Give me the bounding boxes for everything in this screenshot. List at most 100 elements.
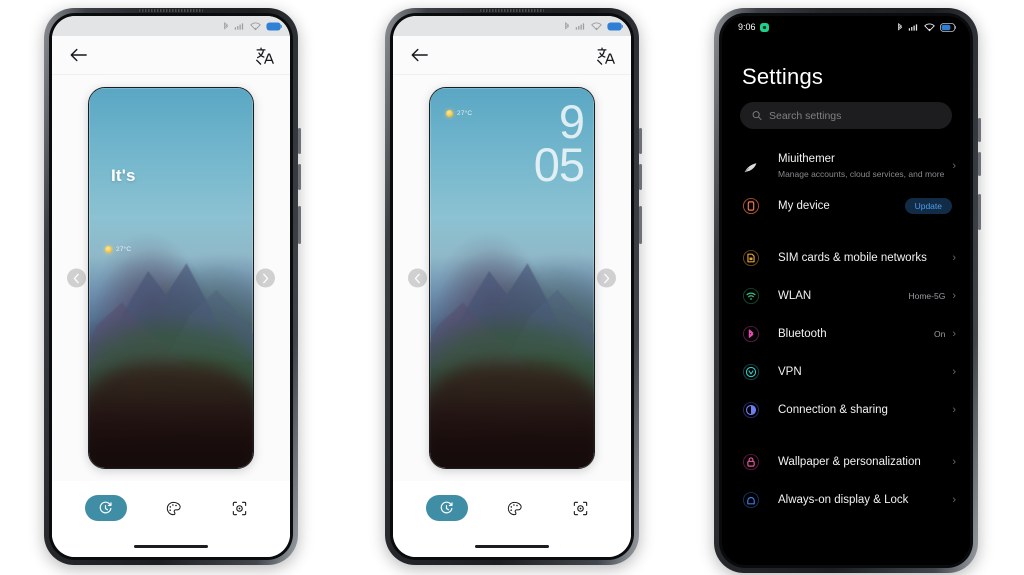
chevron-right-icon: ›	[952, 493, 956, 506]
translate-icon[interactable]	[593, 43, 617, 67]
volume-button[interactable]	[639, 128, 642, 154]
tool-focus-frame[interactable]	[221, 495, 257, 521]
bluetooth-icon	[898, 22, 903, 30]
screenshot-stage: It's 27°C 9 05 27°C 9:06 Settings Search…	[0, 0, 1024, 575]
battery-icon	[607, 22, 623, 30]
wallpaper-preview-card[interactable]: 9 05 27°C	[429, 87, 595, 469]
bluetooth-icon	[740, 323, 762, 345]
vpn-shield-icon	[740, 361, 762, 383]
always-on-display-icon	[740, 489, 762, 511]
search-input[interactable]	[769, 109, 940, 122]
status-bar	[52, 16, 290, 36]
home-indicator[interactable]	[475, 544, 549, 548]
power-button[interactable]	[639, 206, 642, 244]
settings-row-vpn[interactable]: VPN ›	[722, 353, 970, 391]
wallpaper-weather-widget: 27°C	[105, 246, 131, 253]
settings-row-text: SIM cards & mobile networks	[778, 251, 952, 266]
chevron-right-icon: ›	[952, 403, 956, 416]
settings-row-connection-sharing[interactable]: Connection & sharing ›	[722, 391, 970, 429]
home-indicator-area	[52, 535, 290, 557]
settings-row-title: WLAN	[778, 289, 812, 302]
back-arrow-icon[interactable]	[407, 43, 431, 67]
settings-row-wallpaper-personalization[interactable]: Wallpaper & personalization ›	[722, 443, 970, 481]
power-button[interactable]	[978, 194, 981, 230]
settings-row-always-on-display[interactable]: Always-on display & Lock ›	[722, 481, 970, 519]
wallpaper-carousel: It's 27°C	[52, 75, 290, 481]
carousel-prev-button[interactable]	[408, 268, 427, 288]
volume-button[interactable]	[639, 164, 642, 190]
settings-row-title: VPN	[778, 365, 802, 378]
status-bar	[393, 16, 631, 36]
settings-row-sim-cards[interactable]: SIM cards & mobile networks ›	[722, 239, 970, 277]
wallpaper-lock-icon	[740, 451, 762, 473]
settings-row-title: Wallpaper & personalization	[778, 455, 921, 468]
signal-icon	[575, 22, 585, 30]
phone-wallpaper-preview-1: It's 27°C	[44, 8, 301, 565]
home-indicator[interactable]	[134, 544, 208, 548]
wallpaper-overlay-text: It's	[111, 166, 136, 185]
clock-hour: 9	[558, 95, 585, 148]
device-phone-icon	[740, 195, 762, 217]
sun-icon	[105, 246, 112, 253]
earpiece-speaker	[480, 9, 544, 12]
bluetooth-icon	[565, 21, 570, 29]
volume-button[interactable]	[978, 118, 981, 142]
volume-button[interactable]	[298, 164, 301, 190]
carousel-next-button[interactable]	[256, 268, 275, 288]
chevron-left-icon	[73, 273, 79, 283]
settings-row-my-device[interactable]: My device Update	[722, 187, 970, 225]
wifi-icon	[250, 22, 261, 30]
settings-row-bluetooth[interactable]: Bluetooth On ›	[722, 315, 970, 353]
phone-settings: 9:06 Settings Search settings Miuithemer…	[714, 8, 981, 573]
wifi-icon	[740, 285, 762, 307]
carousel-prev-button[interactable]	[67, 268, 86, 288]
settings-row-value: On	[933, 329, 946, 339]
update-badge[interactable]: Update	[904, 198, 952, 214]
account-feather-icon	[740, 155, 762, 177]
clock-timer-icon	[440, 501, 453, 513]
chevron-right-icon: ›	[952, 455, 956, 468]
focus-frame-icon	[573, 501, 588, 515]
chevron-right-icon: ›	[952, 289, 956, 302]
status-bar: 9:06	[722, 16, 970, 38]
wallpaper-weather-widget: 27°C	[446, 110, 472, 117]
clock-timer-icon	[99, 501, 112, 513]
settings-group: Wallpaper & personalization › Always-on …	[722, 441, 970, 521]
settings-row-text: Always-on display & Lock	[778, 493, 952, 508]
status-time: 9:06	[738, 22, 756, 32]
search-bar[interactable]	[740, 102, 952, 129]
settings-row-miuithemer[interactable]: Miuithemer Manage accounts, cloud servic…	[722, 145, 970, 187]
volume-button[interactable]	[978, 152, 981, 176]
tool-color-palette[interactable]	[156, 495, 192, 521]
signal-icon	[234, 22, 244, 30]
tool-clock-style[interactable]	[84, 495, 127, 521]
settings-row-text: Connection & sharing	[778, 403, 952, 418]
tool-clock-style[interactable]	[425, 495, 468, 521]
clock-minute: 05	[533, 138, 585, 192]
weather-temperature: 27°C	[457, 110, 473, 117]
carousel-next-button[interactable]	[597, 268, 616, 288]
back-arrow-icon[interactable]	[66, 43, 90, 67]
power-button[interactable]	[298, 206, 301, 244]
wallpaper-preview-card[interactable]: It's 27°C	[88, 87, 254, 469]
battery-icon	[940, 22, 956, 32]
app-top-bar	[393, 36, 631, 74]
settings-list[interactable]: Miuithemer Manage accounts, cloud servic…	[722, 143, 970, 565]
volume-button[interactable]	[298, 128, 301, 154]
chevron-left-icon	[414, 273, 420, 283]
editor-toolbar	[393, 481, 631, 535]
settings-row-wlan[interactable]: WLAN Home-5G ›	[722, 277, 970, 315]
settings-row-text: Bluetooth	[778, 327, 934, 342]
settings-row-text: My device	[778, 199, 905, 214]
settings-group: SIM cards & mobile networks › WLAN Home-…	[722, 237, 970, 431]
tool-focus-frame[interactable]	[562, 495, 598, 521]
settings-row-title: Connection & sharing	[778, 403, 888, 416]
battery-icon	[266, 22, 282, 30]
connection-sharing-icon	[740, 399, 762, 421]
editor-toolbar	[52, 481, 290, 535]
tool-color-palette[interactable]	[497, 495, 533, 521]
palette-icon	[508, 501, 523, 515]
phone-wallpaper-preview-2: 9 05 27°C	[385, 8, 642, 565]
focus-frame-icon	[232, 501, 247, 515]
translate-icon[interactable]	[252, 43, 276, 67]
